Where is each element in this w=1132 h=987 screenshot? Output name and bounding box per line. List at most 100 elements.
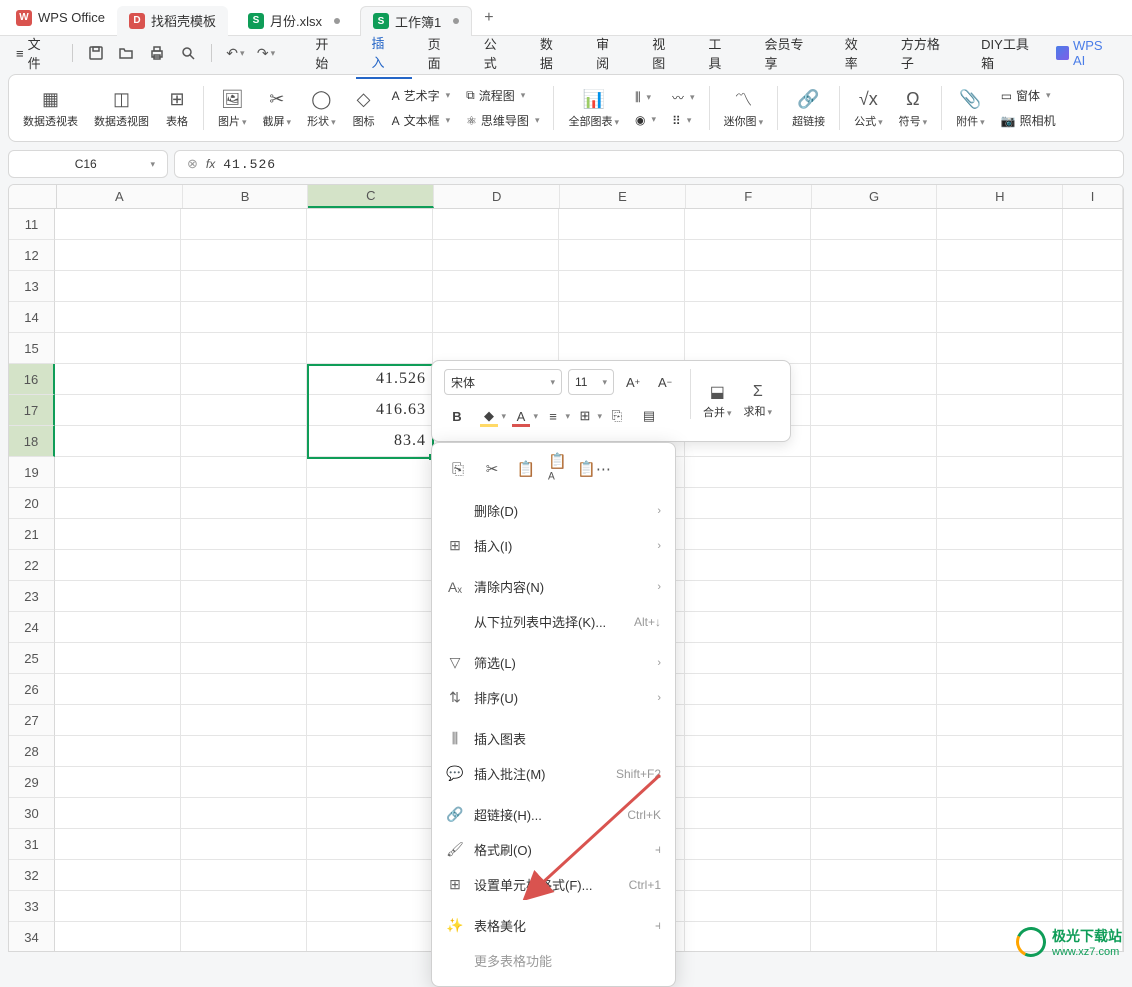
cm-sort[interactable]: ⇅排序(U)› <box>432 680 675 715</box>
cell-G29[interactable] <box>811 767 937 798</box>
equation-button[interactable]: √x公式▾ <box>848 87 889 129</box>
cell-B34[interactable] <box>181 922 307 952</box>
row-header-22[interactable]: 22 <box>9 550 55 581</box>
row-header-13[interactable]: 13 <box>9 271 55 302</box>
col-header-B[interactable]: B <box>183 185 309 208</box>
col-header-A[interactable]: A <box>57 185 183 208</box>
cell-F25[interactable] <box>685 643 811 674</box>
cell-C22[interactable] <box>307 550 433 581</box>
row-header-25[interactable]: 25 <box>9 643 55 674</box>
cell-B23[interactable] <box>181 581 307 612</box>
copy-icon[interactable]: ⎘ <box>446 457 470 481</box>
font-color-button[interactable]: A▾ <box>508 403 534 429</box>
cell-G32[interactable] <box>811 860 937 891</box>
cell-D11[interactable] <box>433 209 559 240</box>
grow-font-button[interactable]: A+ <box>620 369 646 395</box>
merge-button[interactable]: ⬓ 合并▾ <box>703 369 732 433</box>
cell-C30[interactable] <box>307 798 433 829</box>
cell-B11[interactable] <box>181 209 307 240</box>
cell-D12[interactable] <box>433 240 559 271</box>
cell-I12[interactable] <box>1063 240 1123 271</box>
cell-B30[interactable] <box>181 798 307 829</box>
chart-opt1[interactable]: ⫼ ▾ <box>629 88 662 107</box>
cell-F19[interactable] <box>685 457 811 488</box>
cell-H22[interactable] <box>937 550 1063 581</box>
cell-C13[interactable] <box>307 271 433 302</box>
cell-F28[interactable] <box>685 736 811 767</box>
wordart-button[interactable]: A艺术字▾ <box>386 85 457 106</box>
cell-A22[interactable] <box>55 550 181 581</box>
add-tab-button[interactable]: + <box>476 9 501 27</box>
cell-G25[interactable] <box>811 643 937 674</box>
cell-C15[interactable] <box>307 333 433 364</box>
cell-B12[interactable] <box>181 240 307 271</box>
cell-C32[interactable] <box>307 860 433 891</box>
cell-I20[interactable] <box>1063 488 1123 519</box>
cell-B15[interactable] <box>181 333 307 364</box>
col-header-E[interactable]: E <box>560 185 686 208</box>
cell-A28[interactable] <box>55 736 181 767</box>
cell-H30[interactable] <box>937 798 1063 829</box>
cell-I18[interactable] <box>1063 426 1123 457</box>
cell-C23[interactable] <box>307 581 433 612</box>
undo-icon[interactable]: ↶▾ <box>224 41 247 65</box>
cell-I11[interactable] <box>1063 209 1123 240</box>
row-header-32[interactable]: 32 <box>9 860 55 891</box>
name-box[interactable]: C16 ▾ <box>8 150 168 178</box>
cell-A11[interactable] <box>55 209 181 240</box>
cell-G16[interactable] <box>811 364 937 395</box>
cell-F29[interactable] <box>685 767 811 798</box>
cell-E14[interactable] <box>559 302 685 333</box>
cell-H13[interactable] <box>937 271 1063 302</box>
col-header-H[interactable]: H <box>937 185 1063 208</box>
tab-page[interactable]: 页面 <box>412 28 468 78</box>
cell-I31[interactable] <box>1063 829 1123 860</box>
cm-beautify[interactable]: ✨表格美化⫞ <box>432 908 675 943</box>
cell-A30[interactable] <box>55 798 181 829</box>
cell-B25[interactable] <box>181 643 307 674</box>
hyperlink-button[interactable]: 🔗超链接 <box>786 87 831 129</box>
cell-F11[interactable] <box>685 209 811 240</box>
cell-H17[interactable] <box>937 395 1063 426</box>
tab-formula[interactable]: 公式 <box>468 28 524 78</box>
cell-G30[interactable] <box>811 798 937 829</box>
align-button[interactable]: ≡▾ <box>540 403 566 429</box>
cell-A29[interactable] <box>55 767 181 798</box>
file-menu[interactable]: ≡ 文件 <box>8 30 60 76</box>
row-header-11[interactable]: 11 <box>9 209 55 240</box>
cell-A33[interactable] <box>55 891 181 922</box>
row-header-14[interactable]: 14 <box>9 302 55 333</box>
cell-A25[interactable] <box>55 643 181 674</box>
tab-efficiency[interactable]: 效率 <box>829 28 885 78</box>
cell-A34[interactable] <box>55 922 181 952</box>
cell-B13[interactable] <box>181 271 307 302</box>
cell-H25[interactable] <box>937 643 1063 674</box>
row-header-33[interactable]: 33 <box>9 891 55 922</box>
paste-opts-icon[interactable]: 📋⋯ <box>582 457 606 481</box>
cell-I16[interactable] <box>1063 364 1123 395</box>
pivot-chart-button[interactable]: ◫数据透视图 <box>88 87 155 129</box>
open-icon[interactable] <box>115 41 138 65</box>
cut-icon[interactable]: ✂ <box>480 457 504 481</box>
tool2-button[interactable]: ▤ <box>636 403 662 429</box>
cell-G11[interactable] <box>811 209 937 240</box>
camera-button[interactable]: 📷照相机 <box>995 110 1062 131</box>
cell-G21[interactable] <box>811 519 937 550</box>
col-header-I[interactable]: I <box>1063 185 1123 208</box>
tab-data[interactable]: 数据 <box>524 28 580 78</box>
cell-A14[interactable] <box>55 302 181 333</box>
cell-I27[interactable] <box>1063 705 1123 736</box>
wps-ai-button[interactable]: WPS AI <box>1056 38 1117 68</box>
preview-icon[interactable] <box>176 41 199 65</box>
cell-I28[interactable] <box>1063 736 1123 767</box>
table-button[interactable]: ⊞表格 <box>159 87 195 129</box>
cm-insert-comment[interactable]: 💬插入批注(M)Shift+F2 <box>432 756 675 791</box>
attachment-button[interactable]: 📎附件▾ <box>950 87 991 129</box>
row-header-31[interactable]: 31 <box>9 829 55 860</box>
col-header-D[interactable]: D <box>434 185 560 208</box>
cell-I17[interactable] <box>1063 395 1123 426</box>
tab-start[interactable]: 开始 <box>299 28 355 78</box>
cell-C25[interactable] <box>307 643 433 674</box>
sparkline-button[interactable]: 〽迷你图▾ <box>718 87 770 129</box>
icons-button[interactable]: ◇图标 <box>346 87 382 129</box>
